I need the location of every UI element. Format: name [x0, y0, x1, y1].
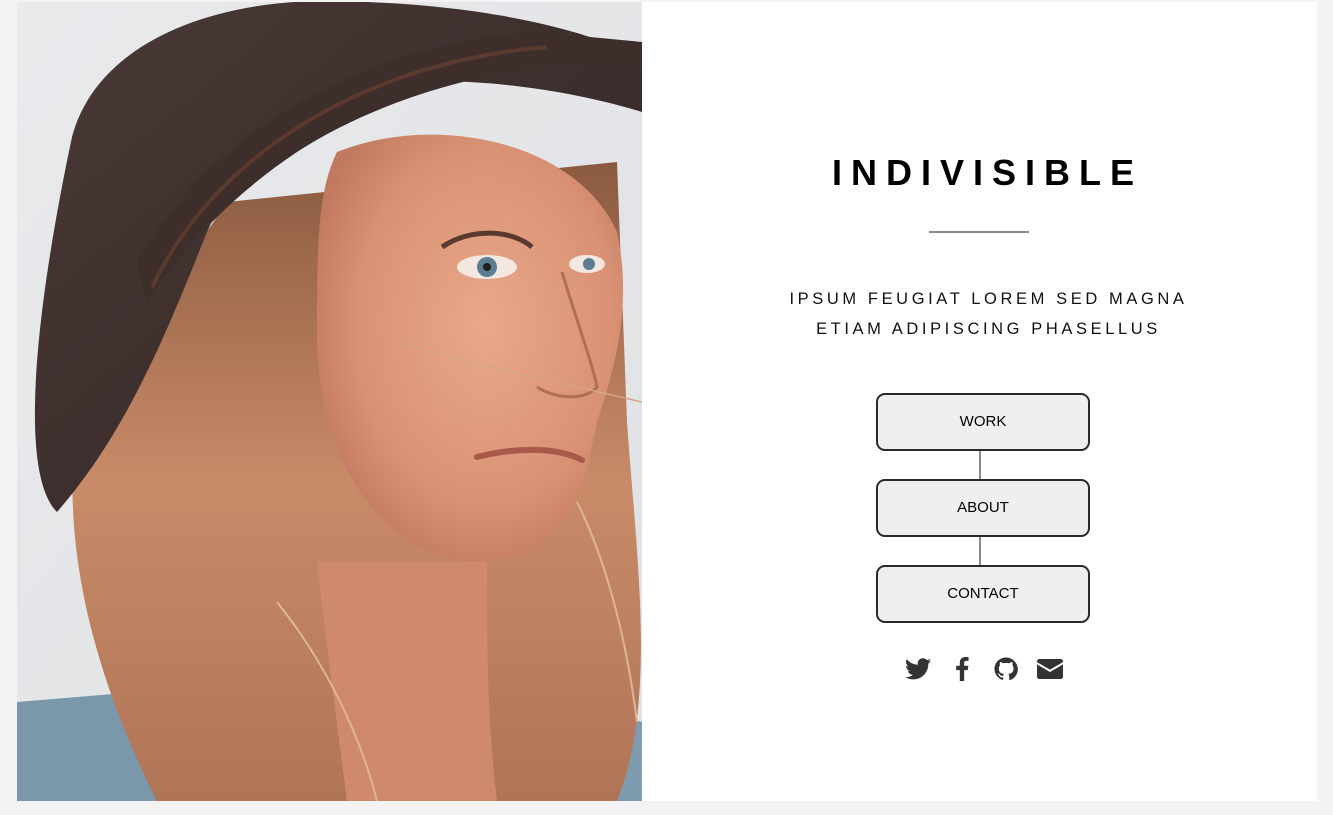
social-links — [905, 654, 1063, 684]
facebook-icon[interactable] — [949, 654, 975, 684]
title-divider — [929, 231, 1029, 233]
tagline-line-1: IPSUM FEUGIAT LOREM SED MAGNA — [789, 290, 1188, 308]
envelope-icon[interactable] — [1037, 654, 1063, 684]
nav-connector — [979, 451, 981, 479]
nav-contact-button[interactable]: CONTACT — [876, 565, 1090, 623]
site-tagline: IPSUM FEUGIAT LOREM SED MAGNA ETIAM ADIP… — [642, 284, 1317, 344]
github-icon[interactable] — [993, 654, 1019, 684]
twitter-icon[interactable] — [905, 654, 931, 684]
tagline-line-2: ETIAM ADIPISCING PHASELLUS — [816, 320, 1161, 338]
main-nav: WORK ABOUT CONTACT — [876, 393, 1090, 623]
site-title: INDIVISIBLE — [831, 152, 1144, 193]
nav-connector — [979, 537, 981, 565]
main-panel: INDIVISIBLE IPSUM FEUGIAT LOREM SED MAGN… — [17, 2, 1317, 801]
portrait-photo — [17, 2, 642, 801]
intro-content: INDIVISIBLE IPSUM FEUGIAT LOREM SED MAGN… — [642, 2, 1317, 801]
nav-about-button[interactable]: ABOUT — [876, 479, 1090, 537]
nav-work-button[interactable]: WORK — [876, 393, 1090, 451]
